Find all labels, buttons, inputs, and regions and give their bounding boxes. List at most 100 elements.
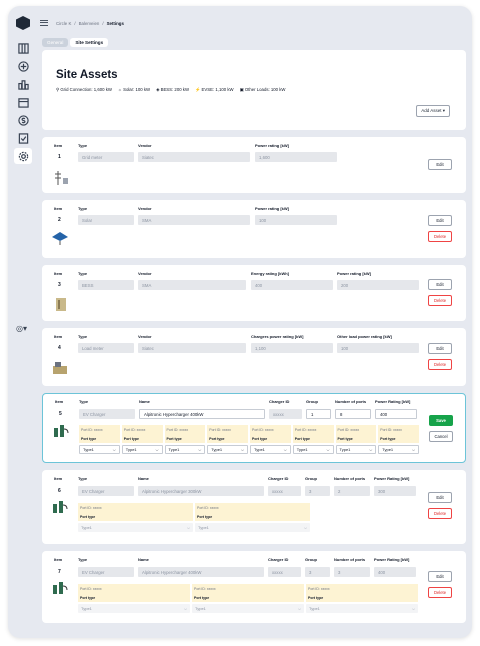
ports-label: Number of ports [335, 399, 367, 404]
grid-nav-icon[interactable] [14, 40, 32, 56]
edit-button[interactable]: Edit [428, 215, 452, 226]
delete-button[interactable]: Delete [428, 587, 452, 598]
type-field: Load meter [78, 343, 134, 353]
name-field: Alpitronic Hypercharger 400kW [138, 567, 264, 577]
energy-field: 400 [251, 280, 333, 290]
port-id-label: Port ID: xxxxx [78, 503, 193, 512]
ev-charger-icon [53, 582, 68, 594]
type-field: Grid meter [78, 152, 134, 162]
breadcrumb-current: Settings [106, 20, 124, 26]
port-type-select[interactable]: Type1 ⌵ [121, 445, 163, 454]
power-field: 200 [337, 280, 419, 290]
vendor-field: SMA [138, 280, 246, 290]
calendar-nav-icon[interactable] [14, 94, 32, 110]
port-type-select[interactable]: Type1 ⌵ [250, 445, 291, 454]
port-id-label: Port ID: xxxxx [306, 584, 418, 593]
port-type-label: Port type [292, 434, 334, 443]
port-type-select[interactable]: Type1 ⌵ [292, 445, 334, 454]
vendor-label: Vendor [138, 143, 152, 148]
page-title: Site Assets [56, 69, 118, 81]
name-input[interactable]: Alpitronic Hypercharger 400kW [139, 409, 265, 419]
delete-button[interactable]: Delete [428, 295, 452, 306]
checklist-nav-icon[interactable] [14, 130, 32, 146]
solar-summary: ☼ Solar: 100 kW [117, 87, 151, 92]
power-input[interactable]: 400 [375, 409, 417, 419]
group-input[interactable]: 1 [306, 409, 331, 419]
port-type-select[interactable]: Type1 ⌵ [79, 445, 120, 454]
delete-button[interactable]: Delete [428, 508, 452, 519]
tab-general[interactable]: General [42, 38, 69, 47]
group-label: Group [306, 399, 318, 404]
item-number: 3 [58, 282, 61, 288]
other-summary: ▣ Other Loads: 100 kW [239, 87, 286, 92]
port-type-value: Type1 [339, 447, 351, 452]
port-type-select[interactable]: Type1 ⌵ [378, 445, 419, 454]
save-button[interactable]: Save [429, 415, 453, 426]
delete-button[interactable]: Delete [428, 359, 452, 370]
power-field: 1,600 [255, 152, 337, 162]
settings-nav-icon[interactable] [14, 148, 32, 164]
port-type-label: Port type [207, 434, 248, 443]
chart-nav-icon[interactable] [14, 76, 32, 92]
type-label: Type [78, 143, 88, 148]
tab-site-settings[interactable]: Site Settings [70, 38, 109, 47]
port-type-value: Type1 [83, 447, 94, 452]
other-power-label: Other load power rating [kW] [337, 334, 392, 339]
power-field: 300 [374, 486, 416, 496]
port-type-select[interactable]: Type1 ⌵ [335, 445, 377, 454]
port-type-select[interactable]: Type1 ⌵ [78, 604, 190, 613]
port-type-value: Type1 [382, 447, 394, 452]
bess-summary: ◈ BESS: 200 kW [156, 87, 189, 92]
port-type-label: Port type [164, 434, 206, 443]
add-asset-button[interactable]: Add Asset ▾ [416, 105, 450, 117]
edit-button[interactable]: Edit [428, 159, 452, 170]
port-type-select[interactable]: Type1 ⌵ [164, 445, 206, 454]
dollar-nav-icon[interactable] [14, 112, 32, 128]
port-id-label: Port ID: xxxxx [250, 425, 291, 434]
port-type-select[interactable]: Type1 ⌵ [306, 604, 418, 613]
port-type-select[interactable]: Type1 ⌵ [207, 445, 248, 454]
plus-circle-nav-icon[interactable] [14, 58, 32, 74]
charger-id-field: xxxxx [269, 409, 302, 419]
breadcrumb-location[interactable]: Balerveien [79, 21, 100, 26]
item-number: 1 [58, 154, 61, 160]
edit-button[interactable]: Edit [428, 343, 452, 354]
name-label: Name [138, 476, 149, 481]
port-id-label: Port ID: xxxxx [192, 584, 304, 593]
port-type-label: Port type [195, 512, 310, 521]
power-field: 100 [255, 215, 337, 225]
charger-id-field: xxxxx [268, 567, 301, 577]
port-type-value: Type1 [81, 525, 92, 530]
vendor-field: Siatec [138, 343, 246, 353]
edit-button[interactable]: Edit [428, 279, 452, 290]
port-id-label: Port ID: xxxxx [121, 425, 163, 434]
cancel-button[interactable]: Cancel [429, 431, 453, 442]
user-menu-icon[interactable]: ◎▾ [16, 324, 27, 333]
vendor-field: Siatec [138, 152, 250, 162]
item-number: 5 [59, 411, 62, 417]
tab-bar: General Site Settings [42, 38, 109, 47]
ports-input[interactable]: 8 [335, 409, 371, 419]
item-number: 2 [58, 217, 61, 223]
breadcrumb-site[interactable]: Circle K [56, 21, 71, 26]
port-id-label: Port ID: xxxxx [335, 425, 377, 434]
port-type-value: Type1 [309, 606, 320, 611]
edit-button[interactable]: Edit [428, 571, 452, 582]
vendor-field: SMA [138, 215, 250, 225]
power-label: Power rating [kW] [337, 271, 372, 276]
item-number: 6 [58, 488, 61, 494]
hamburger-icon[interactable] [40, 20, 48, 26]
delete-button[interactable]: Delete [428, 231, 452, 242]
item-number: 4 [58, 345, 61, 351]
logo-icon [16, 16, 30, 30]
ports-field: 2 [334, 486, 370, 496]
charger-id-label: Charger ID [269, 399, 290, 404]
chevron-down-icon: ⌵ [326, 447, 330, 452]
charger-id-label: Charger ID [268, 557, 289, 562]
group-field: 3 [305, 486, 330, 496]
port-type-select[interactable]: Type1 ⌵ [78, 523, 193, 532]
port-type-select[interactable]: Type1 ⌵ [192, 604, 304, 613]
edit-button[interactable]: Edit [428, 492, 452, 503]
port-type-select[interactable]: Type1 ⌵ [195, 523, 310, 532]
ev-charger-icon [54, 425, 69, 437]
